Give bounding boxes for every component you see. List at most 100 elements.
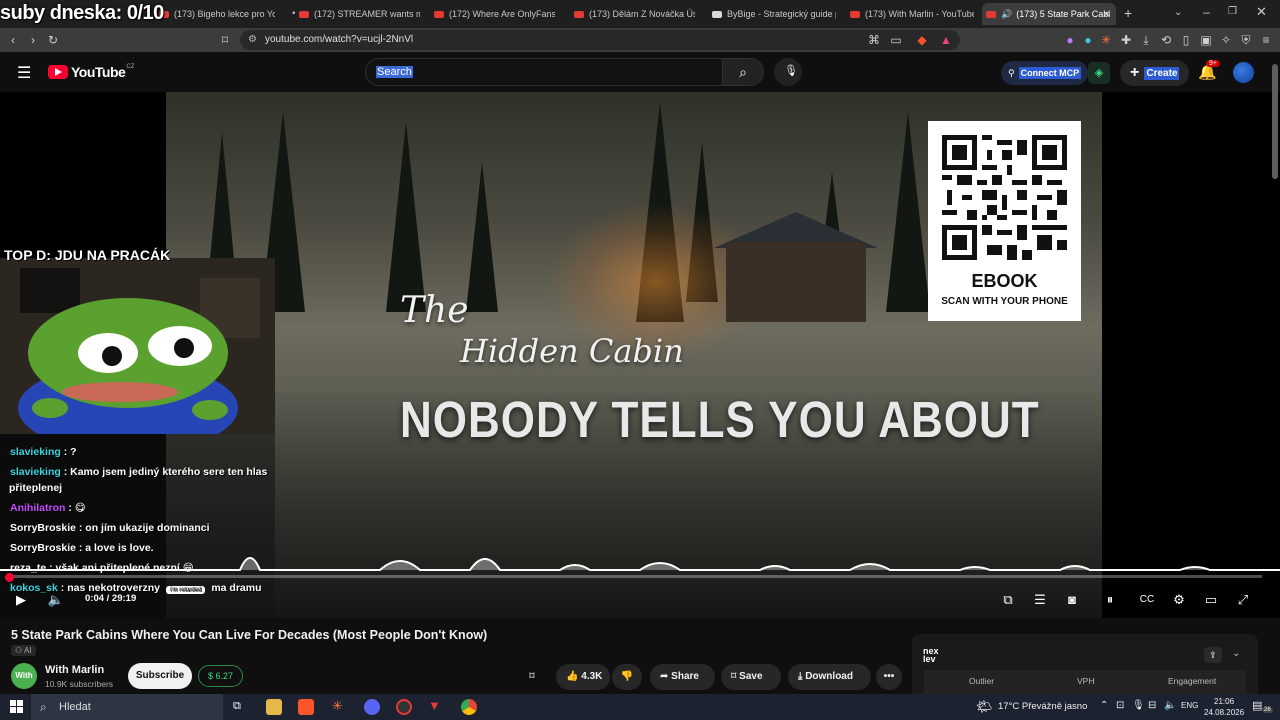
- page-scrollbar[interactable]: [1272, 64, 1278, 179]
- task-view-icon[interactable]: ⧉: [233, 700, 241, 713]
- download-icon[interactable]: ⤓: [1138, 32, 1154, 48]
- hamburger-menu-icon[interactable]: ☰: [17, 63, 31, 83]
- channel-avatar[interactable]: With Marlin: [11, 663, 37, 706]
- screenshot-camera-icon[interactable]: ◙: [1062, 590, 1082, 610]
- address-bar[interactable]: ⚙ youtube.com/watch?v=ucjl-2NnVl: [240, 30, 960, 50]
- subscribe-button[interactable]: Subscribe: [128, 663, 192, 689]
- share-button[interactable]: ➦ Share: [650, 664, 715, 690]
- download-button[interactable]: ⤓ Download: [788, 664, 871, 690]
- more-actions-button[interactable]: •••: [876, 664, 902, 690]
- chevron-down-icon[interactable]: ⌄: [1232, 648, 1240, 659]
- search-button[interactable]: ⌕: [722, 58, 764, 86]
- windows-start-icon[interactable]: [10, 700, 23, 713]
- subs-counter-overlay: suby dneska: 0/10: [0, 2, 164, 24]
- back-icon[interactable]: ‹: [5, 32, 21, 48]
- network-icon[interactable]: ⊟: [1148, 700, 1156, 711]
- taskbar-search-input[interactable]: ⌕ Hledat: [31, 694, 223, 720]
- extension-icon[interactable]: ✳: [1098, 32, 1114, 48]
- dislike-button[interactable]: 👎: [612, 664, 642, 690]
- browser-tab[interactable]: (172) STREAMER wants my frie: [295, 3, 420, 25]
- brave-rewards-icon[interactable]: ▲: [938, 32, 954, 48]
- volume-icon[interactable]: 🔈: [46, 590, 66, 610]
- progress-scrubber-handle[interactable]: [5, 573, 14, 582]
- connect-mcp-label: Connect MCP: [1018, 67, 1082, 79]
- chat-username: Anihilatron: [10, 502, 66, 514]
- search-icon: ⌕: [739, 64, 747, 80]
- theater-mode-icon[interactable]: ▭: [1201, 590, 1221, 610]
- avatar[interactable]: [1233, 62, 1254, 83]
- browser-tab[interactable]: (173) Bigeho lekce pro YouTub: [155, 3, 275, 25]
- bookmark-icon[interactable]: ⌑: [217, 32, 233, 48]
- microphone-icon[interactable]: 🎙: [1132, 700, 1145, 711]
- chrome-icon[interactable]: [461, 699, 477, 715]
- extension-app-icon[interactable]: ◈: [1088, 62, 1110, 84]
- weather-icon[interactable]: 🌤: [976, 699, 993, 715]
- brave-browser-icon[interactable]: [298, 699, 314, 715]
- tab-search-icon[interactable]: ⌄: [1174, 7, 1182, 18]
- browser-tab[interactable]: (173) Dělám Z Nováčka Úspěš: [570, 3, 695, 25]
- extension-icon[interactable]: ●: [1062, 32, 1078, 48]
- history-icon[interactable]: ⟲: [1158, 32, 1174, 48]
- browser-toolbar: ‹ › ↻ ⌑ ⚙ youtube.com/watch?v=ucjl-2NnVl…: [0, 28, 1280, 52]
- cast-icon[interactable]: ▭: [888, 32, 904, 48]
- create-button[interactable]: + Create: [1120, 60, 1190, 86]
- export-icon[interactable]: ⇪: [1204, 647, 1222, 663]
- transcript-icon[interactable]: ☰: [1030, 590, 1050, 610]
- minimize-window-icon[interactable]: –: [1203, 5, 1210, 19]
- close-tab-icon[interactable]: ×: [1103, 7, 1110, 21]
- connect-mcp-button[interactable]: ⚲ Connect MCP: [1001, 61, 1089, 85]
- channel-name[interactable]: With Marlin: [45, 664, 104, 676]
- browser-tab[interactable]: (172) Where Are OnlyFans Mi: [430, 3, 555, 25]
- browser-tab-active[interactable]: 🔊 (173) 5 State Park Cabi ×: [982, 3, 1116, 25]
- tray-chevron-icon[interactable]: ⌃: [1100, 700, 1108, 711]
- youtube-logo[interactable]: YouTube CZ: [48, 64, 134, 80]
- clock[interactable]: 21:06 24.08.2026: [1204, 696, 1244, 718]
- wallet-icon[interactable]: ▣: [1198, 32, 1214, 48]
- notifications-badge: 9+: [1206, 60, 1220, 67]
- discord-icon[interactable]: [364, 699, 380, 715]
- captions-icon[interactable]: CC: [1137, 590, 1157, 610]
- translate-icon[interactable]: ⌘: [866, 32, 882, 48]
- vpn-icon[interactable]: ⛨: [1238, 32, 1254, 48]
- menu-icon[interactable]: ≡: [1258, 32, 1274, 48]
- like-button[interactable]: 👍 4.3K: [556, 664, 610, 690]
- voice-search-button[interactable]: 🎙: [774, 58, 802, 86]
- forward-icon[interactable]: ›: [25, 32, 41, 48]
- extensions-puzzle-icon[interactable]: ✚: [1118, 32, 1134, 48]
- new-tab-button[interactable]: +: [1124, 5, 1132, 21]
- extension-icon[interactable]: ●: [1080, 32, 1096, 48]
- settings-gear-icon[interactable]: ⚙: [1169, 590, 1189, 610]
- progress-bar[interactable]: [10, 575, 1262, 578]
- tray-app-icon[interactable]: ⊡: [1116, 700, 1124, 711]
- save-button[interactable]: ⌑ Save: [721, 664, 781, 690]
- thumbs-up-icon: 👍: [566, 671, 579, 682]
- search-input[interactable]: Search: [365, 58, 723, 86]
- site-info-icon[interactable]: ⚙: [248, 30, 257, 50]
- tip-button[interactable]: $ 6.27: [198, 665, 243, 687]
- play-icon[interactable]: ▶: [11, 590, 31, 610]
- leo-ai-icon[interactable]: ✧: [1218, 32, 1234, 48]
- download-label: Download: [805, 671, 853, 682]
- volume-icon[interactable]: 🔈: [1164, 700, 1176, 711]
- valorant-icon[interactable]: ▼: [428, 698, 441, 713]
- language-indicator[interactable]: ENG: [1181, 701, 1198, 710]
- miniplayer-thumbnail-icon[interactable]: ⧉: [998, 590, 1018, 610]
- weather-text[interactable]: 17°C Převážně jasno: [998, 701, 1087, 712]
- save-playlist-icon: ⌑: [731, 671, 737, 682]
- brave-shields-icon[interactable]: ◆: [914, 32, 930, 48]
- save-bookmark-icon[interactable]: ⌑: [520, 664, 544, 690]
- app-icon[interactable]: ✳: [332, 698, 343, 714]
- restore-window-icon[interactable]: ❐: [1228, 6, 1237, 17]
- video-player[interactable]: The Hidden Cabin NOBODY TELLS YOU ABOUT …: [0, 92, 1280, 618]
- notification-center-icon[interactable]: ▤: [1252, 699, 1262, 712]
- sidebar-icon[interactable]: ▯: [1178, 32, 1194, 48]
- autoplay-toggle[interactable]: ⏸: [1100, 590, 1120, 610]
- close-window-icon[interactable]: ✕: [1256, 4, 1267, 20]
- fullscreen-icon[interactable]: ⤢: [1233, 590, 1253, 610]
- reload-icon[interactable]: ↻: [45, 32, 61, 48]
- browser-tab[interactable]: (173) With Marlin - YouTube: [846, 3, 974, 25]
- file-explorer-icon[interactable]: [266, 699, 282, 715]
- create-label: Create: [1144, 66, 1180, 80]
- browser-tab[interactable]: ByBige - Strategický guide pro: [708, 3, 836, 25]
- app-icon[interactable]: [396, 699, 412, 715]
